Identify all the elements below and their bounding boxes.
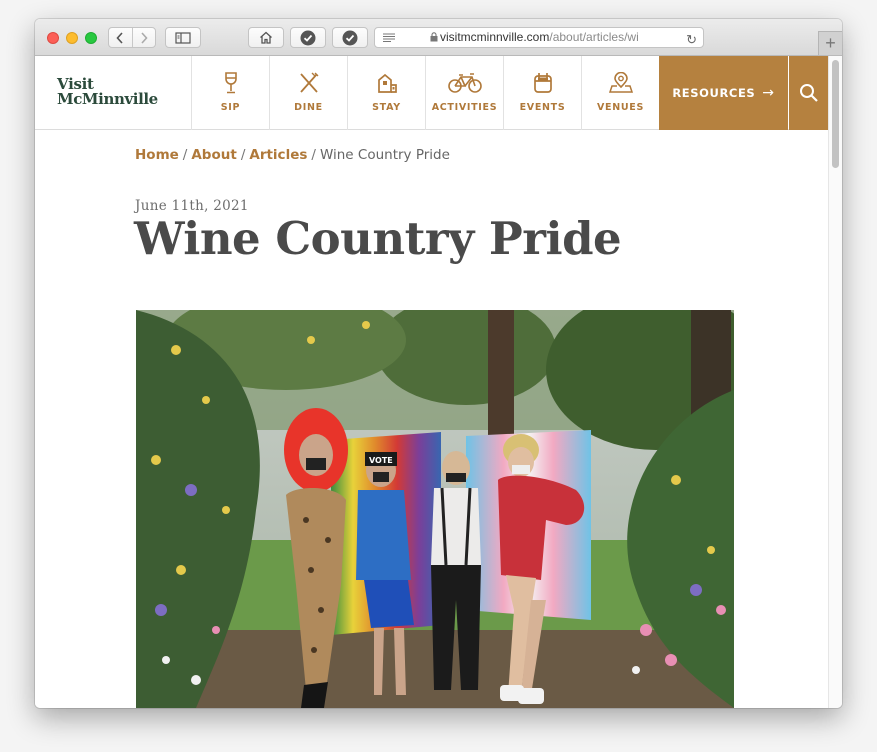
nav-item-stay[interactable]: STAY xyxy=(347,56,425,130)
breadcrumb: Home / About / Articles / Wine Country Pride xyxy=(135,147,450,163)
main-nav: SIP DINE STAY ACTIVITIES EVENTS VENUES xyxy=(191,56,659,130)
url-path: /about/articles/wi xyxy=(549,30,639,44)
address-bar[interactable]: visitmcminnville.com/about/articles/wi ↻ xyxy=(374,27,704,48)
breadcrumb-about[interactable]: About xyxy=(191,147,236,163)
nav-item-venues[interactable]: VENUES xyxy=(581,56,659,130)
sidebar-icon xyxy=(175,31,191,44)
resources-label: RESOURCES xyxy=(672,86,756,100)
reload-icon[interactable]: ↻ xyxy=(686,30,697,47)
back-forward-group xyxy=(108,27,156,48)
home-button[interactable] xyxy=(248,27,284,48)
nav-label-stay: STAY xyxy=(372,102,401,113)
site-header: Visit McMinnville SIP DINE STAY ACTIVITI… xyxy=(35,56,828,130)
nav-label-events: EVENTS xyxy=(519,102,566,113)
hero-image: VOTE xyxy=(136,310,734,708)
search-icon xyxy=(799,84,818,102)
calendar-icon xyxy=(533,73,552,93)
extension-button-1[interactable] xyxy=(290,27,326,48)
logo-line-2: McMinnville xyxy=(57,90,158,108)
scrollbar-thumb[interactable] xyxy=(832,60,839,168)
site-logo[interactable]: Visit McMinnville xyxy=(57,77,158,107)
extension-button-2[interactable] xyxy=(332,27,368,48)
nav-label-dine: DINE xyxy=(294,102,323,113)
sidebar-toggle-button[interactable] xyxy=(165,27,201,48)
fullscreen-window-button[interactable] xyxy=(85,32,97,44)
minimize-window-button[interactable] xyxy=(66,32,78,44)
page-scrollbar[interactable] xyxy=(828,56,842,708)
nav-label-sip: SIP xyxy=(220,102,241,113)
checkmark-circle-icon xyxy=(300,30,316,45)
breadcrumb-separator: / xyxy=(182,147,188,163)
nav-item-sip[interactable]: SIP xyxy=(191,56,269,130)
house-icon xyxy=(377,73,397,93)
nav-item-activities[interactable]: ACTIVITIES xyxy=(425,56,503,130)
nav-label-venues: VENUES xyxy=(596,102,645,113)
nav-item-dine[interactable]: DINE xyxy=(269,56,347,130)
breadcrumb-separator: / xyxy=(311,147,316,163)
breadcrumb-current: Wine Country Pride xyxy=(319,147,450,163)
breadcrumb-separator: / xyxy=(240,147,246,163)
search-button[interactable] xyxy=(789,56,828,130)
breadcrumb-home[interactable]: Home xyxy=(135,147,179,163)
new-tab-button[interactable]: + xyxy=(818,31,842,55)
chevron-left-icon xyxy=(116,31,123,44)
nav-label-activities: ACTIVITIES xyxy=(431,102,498,113)
resources-button[interactable]: RESOURCES → xyxy=(659,56,788,130)
hero-sign-text: VOTE xyxy=(369,456,393,465)
wine-glass-icon xyxy=(224,72,237,94)
home-icon xyxy=(260,31,272,44)
chevron-right-icon xyxy=(141,31,148,44)
page-title: Wine Country Pride xyxy=(134,212,622,265)
browser-titlebar: visitmcminnville.com/about/articles/wi ↻… xyxy=(35,19,842,56)
reader-view-icon[interactable] xyxy=(383,33,395,42)
url-text: visitmcminnville.com/about/articles/wi xyxy=(440,28,639,47)
nav-item-events[interactable]: EVENTS xyxy=(503,56,581,130)
bicycle-icon xyxy=(447,73,482,93)
forward-button[interactable] xyxy=(133,28,156,47)
web-page: Visit McMinnville SIP DINE STAY ACTIVITI… xyxy=(35,56,828,708)
checkmark-circle-icon xyxy=(342,30,358,45)
lock-icon xyxy=(430,32,438,42)
back-button[interactable] xyxy=(109,28,133,47)
fork-knife-icon xyxy=(299,72,318,93)
map-pin-icon xyxy=(608,72,633,93)
url-domain: visitmcminnville.com xyxy=(440,30,550,44)
breadcrumb-articles[interactable]: Articles xyxy=(249,147,307,163)
close-window-button[interactable] xyxy=(47,32,59,44)
arrow-right-icon: → xyxy=(762,85,775,101)
browser-window: visitmcminnville.com/about/articles/wi ↻… xyxy=(35,19,842,708)
